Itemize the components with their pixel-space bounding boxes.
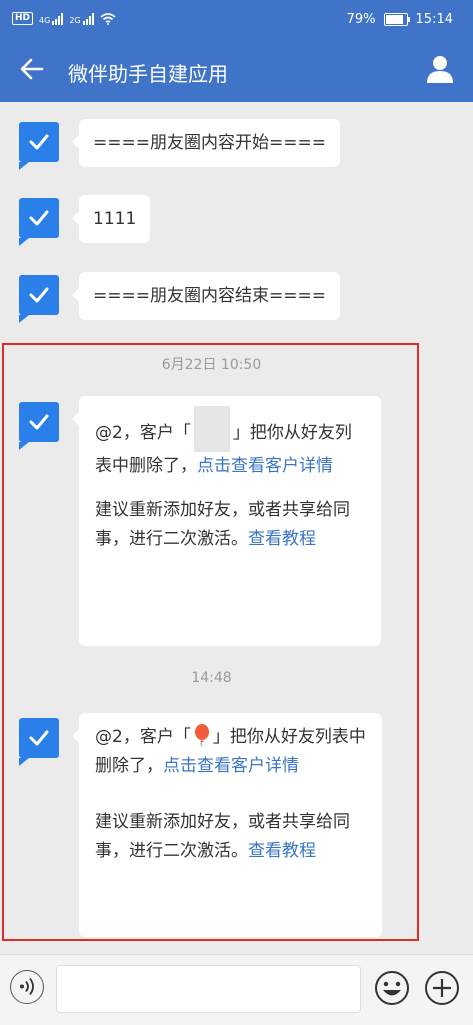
check-icon (29, 730, 49, 746)
redacted-customer-name (193, 406, 230, 452)
check-icon (29, 210, 49, 226)
status-bar: HD 4G 2G 79% 15:14 (0, 0, 473, 40)
sender-avatar[interactable] (19, 275, 59, 323)
app-bar: 微伴助手自建应用 (0, 40, 473, 102)
check-icon (29, 134, 49, 150)
battery-percent: 79% (346, 12, 376, 27)
sender-avatar[interactable] (19, 122, 59, 170)
timestamp: 6月22日 10:50 (161, 357, 262, 373)
deletion-notice[interactable]: @2，客户「 」把你从好友列表中删除了，点击查看客户详情 建议重新添加好友，或者共… (72, 396, 381, 646)
view-customer-details-link[interactable]: 点击查看客户详情 (197, 456, 333, 476)
view-tutorial-link[interactable]: 查看教程 (248, 841, 316, 861)
input-bar (0, 954, 473, 1025)
view-customer-details-link[interactable]: 点击查看客户详情 (163, 756, 299, 776)
balloon-avatar-icon (194, 724, 209, 747)
wifi-icon (100, 12, 116, 25)
sender-avatar[interactable] (19, 198, 59, 246)
check-icon (29, 287, 49, 303)
sender-avatar[interactable] (19, 718, 59, 766)
add-more-icon[interactable] (424, 970, 460, 1006)
hd-badge: HD (12, 12, 34, 25)
signal-icon: 4G (39, 12, 64, 25)
back-arrow-icon[interactable] (18, 55, 46, 83)
sender-avatar[interactable] (19, 402, 59, 450)
signal-icon-2: 2G (69, 12, 94, 25)
voice-input-icon[interactable] (10, 970, 44, 1004)
clock: 15:14 (415, 12, 453, 27)
battery-icon (383, 13, 410, 26)
timestamp: 14:48 (191, 670, 232, 686)
page-title: 微伴助手自建应用 (68, 62, 228, 86)
deletion-notice[interactable]: @2，客户「 」把你从好友列表中删除了，点击查看客户详情 建议重新添加好友，或者共… (72, 713, 382, 937)
message-bubble[interactable]: ====朋友圈内容结束==== (72, 272, 340, 320)
check-icon (29, 414, 49, 430)
message-input[interactable] (56, 965, 361, 1013)
user-profile-icon[interactable] (425, 54, 455, 84)
view-tutorial-link[interactable]: 查看教程 (248, 529, 316, 549)
message-bubble[interactable]: ====朋友圈内容开始==== (72, 119, 340, 167)
message-bubble[interactable]: 1111 (71, 195, 151, 243)
emoji-icon[interactable] (374, 970, 410, 1006)
